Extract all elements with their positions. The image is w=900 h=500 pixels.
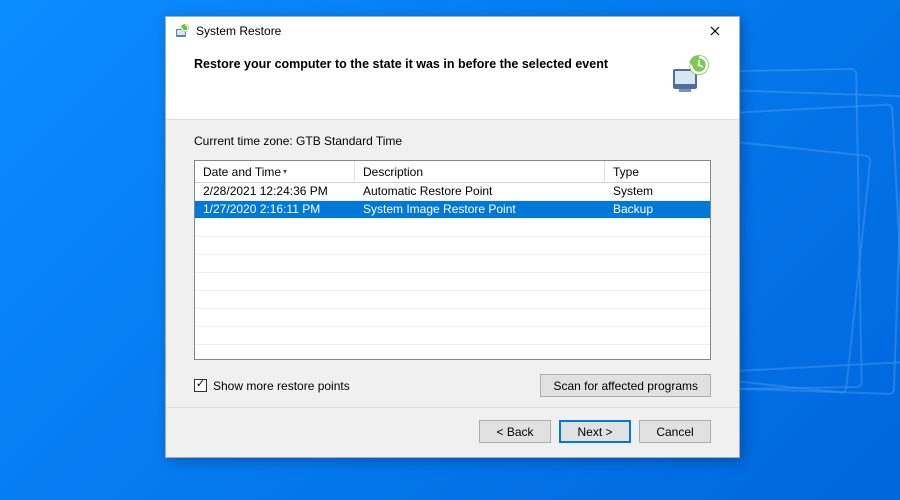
table-row[interactable]: 1/27/2020 2:16:11 PM System Image Restor… (195, 201, 710, 219)
below-list-controls: Show more restore points Scan for affect… (194, 374, 711, 397)
cancel-button[interactable]: Cancel (639, 420, 711, 443)
wizard-header: Restore your computer to the state it wa… (166, 45, 739, 115)
system-restore-dialog: System Restore Restore your computer to … (165, 16, 740, 458)
titlebar: System Restore (166, 17, 739, 45)
system-restore-icon (174, 23, 190, 39)
cell-description: Automatic Restore Point (355, 183, 605, 200)
table-row (195, 291, 710, 309)
column-header-type[interactable]: Type (605, 161, 710, 182)
close-button[interactable] (699, 20, 731, 42)
back-button[interactable]: < Back (479, 420, 551, 443)
column-header-desc-label: Description (363, 165, 423, 179)
cell-description: System Image Restore Point (355, 201, 605, 218)
timezone-label: Current time zone: GTB Standard Time (194, 134, 711, 148)
table-row (195, 327, 710, 345)
column-header-date[interactable]: Date and Time ▾ (195, 161, 355, 182)
scan-affected-button[interactable]: Scan for affected programs (540, 374, 711, 397)
next-button[interactable]: Next > (559, 420, 631, 443)
table-row (195, 345, 710, 360)
list-body: 2/28/2021 12:24:36 PM Automatic Restore … (195, 183, 710, 360)
table-row[interactable]: 2/28/2021 12:24:36 PM Automatic Restore … (195, 183, 710, 201)
column-header-description[interactable]: Description (355, 161, 605, 182)
table-row (195, 237, 710, 255)
column-header-date-label: Date and Time (203, 165, 281, 179)
cell-type: Backup (605, 201, 710, 218)
table-row (195, 273, 710, 291)
table-row (195, 255, 710, 273)
restore-points-list[interactable]: Date and Time ▾ Description Type 2/28/20… (194, 160, 711, 360)
restore-large-icon (669, 53, 711, 95)
table-row (195, 219, 710, 237)
table-row (195, 309, 710, 327)
wizard-content: Current time zone: GTB Standard Time Dat… (166, 120, 739, 407)
list-header: Date and Time ▾ Description Type (195, 161, 710, 183)
cell-date: 2/28/2021 12:24:36 PM (195, 183, 355, 200)
sort-indicator-icon: ▾ (283, 167, 287, 176)
cell-date: 1/27/2020 2:16:11 PM (195, 201, 355, 218)
close-icon (710, 26, 720, 36)
show-more-label: Show more restore points (213, 379, 350, 393)
wizard-footer: < Back Next > Cancel (166, 407, 739, 457)
cell-type: System (605, 183, 710, 200)
checkbox-icon (194, 379, 207, 392)
titlebar-title: System Restore (196, 24, 281, 38)
show-more-checkbox[interactable]: Show more restore points (194, 379, 350, 393)
column-header-type-label: Type (613, 165, 639, 179)
wizard-heading: Restore your computer to the state it wa… (194, 53, 649, 71)
